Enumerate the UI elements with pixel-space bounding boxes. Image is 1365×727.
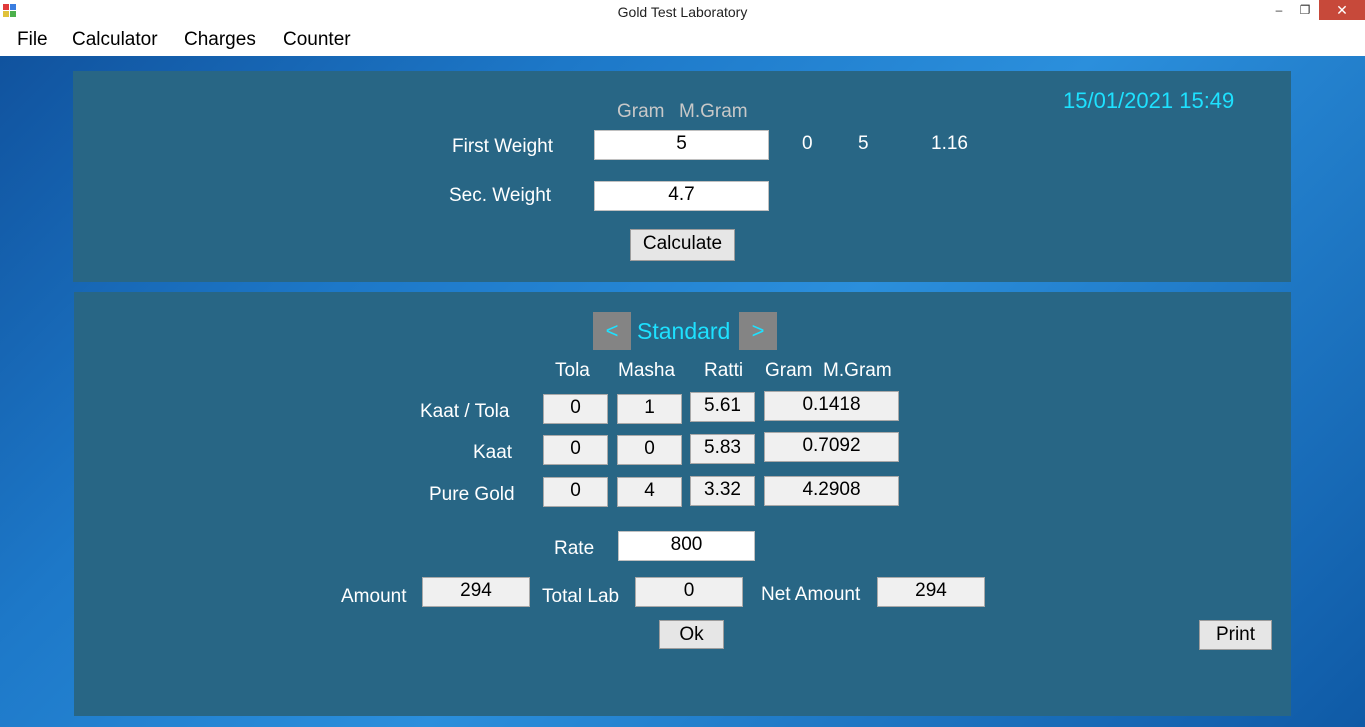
column-ratti: Ratti xyxy=(704,360,744,381)
net-amount-label: Net Amount xyxy=(761,584,861,605)
row-pure-gold-label: Pure Gold xyxy=(429,484,515,505)
kaat-gram[interactable]: 0.7092 xyxy=(764,432,899,462)
print-button[interactable]: Print xyxy=(1199,620,1272,650)
title-bar: Gold Test Laboratory – ❐ ✕ xyxy=(0,0,1365,23)
kaat-tola-masha[interactable]: 1 xyxy=(617,394,682,424)
kaat-masha[interactable]: 0 xyxy=(617,435,682,465)
prev-standard-button[interactable]: < xyxy=(593,312,631,350)
first-result-3: 1.16 xyxy=(931,133,968,154)
standard-panel xyxy=(74,292,1291,716)
menu-bar: File Calculator Charges Counter xyxy=(0,23,1365,56)
kaat-tola-gram[interactable]: 0.1418 xyxy=(764,391,899,421)
first-weight-label: First Weight xyxy=(452,136,554,157)
ok-button[interactable]: Ok xyxy=(659,620,724,649)
datetime-display: 15/01/2021 15:49 xyxy=(1063,88,1235,113)
pure-gold-gram[interactable]: 4.2908 xyxy=(764,476,899,506)
row-kaat-label: Kaat xyxy=(473,442,513,463)
pure-gold-masha[interactable]: 4 xyxy=(617,477,682,507)
second-weight-label: Sec. Weight xyxy=(449,185,552,206)
unit-gram-label: Gram xyxy=(617,101,665,122)
menu-calculator[interactable]: Calculator xyxy=(72,29,158,51)
menu-counter[interactable]: Counter xyxy=(283,29,351,51)
standard-title: Standard xyxy=(637,318,731,344)
calculate-button[interactable]: Calculate xyxy=(630,229,735,261)
maximize-button[interactable]: ❐ xyxy=(1294,0,1316,20)
kaat-tola-tola[interactable]: 0 xyxy=(543,394,608,424)
column-masha: Masha xyxy=(618,360,676,381)
pure-gold-ratti[interactable]: 3.32 xyxy=(690,476,755,506)
menu-file[interactable]: File xyxy=(17,29,48,51)
column-tola: Tola xyxy=(555,360,590,381)
pure-gold-tola[interactable]: 0 xyxy=(543,477,608,507)
amount-label: Amount xyxy=(341,586,407,607)
menu-charges[interactable]: Charges xyxy=(184,29,256,51)
close-button[interactable]: ✕ xyxy=(1319,0,1365,20)
rate-input[interactable]: 800 xyxy=(618,531,755,561)
next-standard-button[interactable]: > xyxy=(739,312,777,350)
unit-mgram-label: M.Gram xyxy=(679,101,748,122)
amount-field[interactable]: 294 xyxy=(422,577,530,607)
net-amount-field[interactable]: 294 xyxy=(877,577,985,607)
total-lab-field[interactable]: 0 xyxy=(635,577,743,607)
rate-label: Rate xyxy=(554,538,595,559)
first-result-1: 0 xyxy=(802,133,813,154)
first-weight-input[interactable]: 5 xyxy=(594,130,769,160)
kaat-ratti[interactable]: 5.83 xyxy=(690,434,755,464)
first-result-2: 5 xyxy=(858,133,869,154)
minimize-button[interactable]: – xyxy=(1268,0,1290,20)
kaat-tola[interactable]: 0 xyxy=(543,435,608,465)
kaat-tola-ratti[interactable]: 5.61 xyxy=(690,392,755,422)
window-title: Gold Test Laboratory xyxy=(617,4,748,20)
row-kaat-tola-label: Kaat / Tola xyxy=(420,401,510,422)
column-gram-mgram: Gram M.Gram xyxy=(765,360,892,381)
second-weight-input[interactable]: 4.7 xyxy=(594,181,769,211)
total-lab-label: Total Lab xyxy=(542,586,620,607)
